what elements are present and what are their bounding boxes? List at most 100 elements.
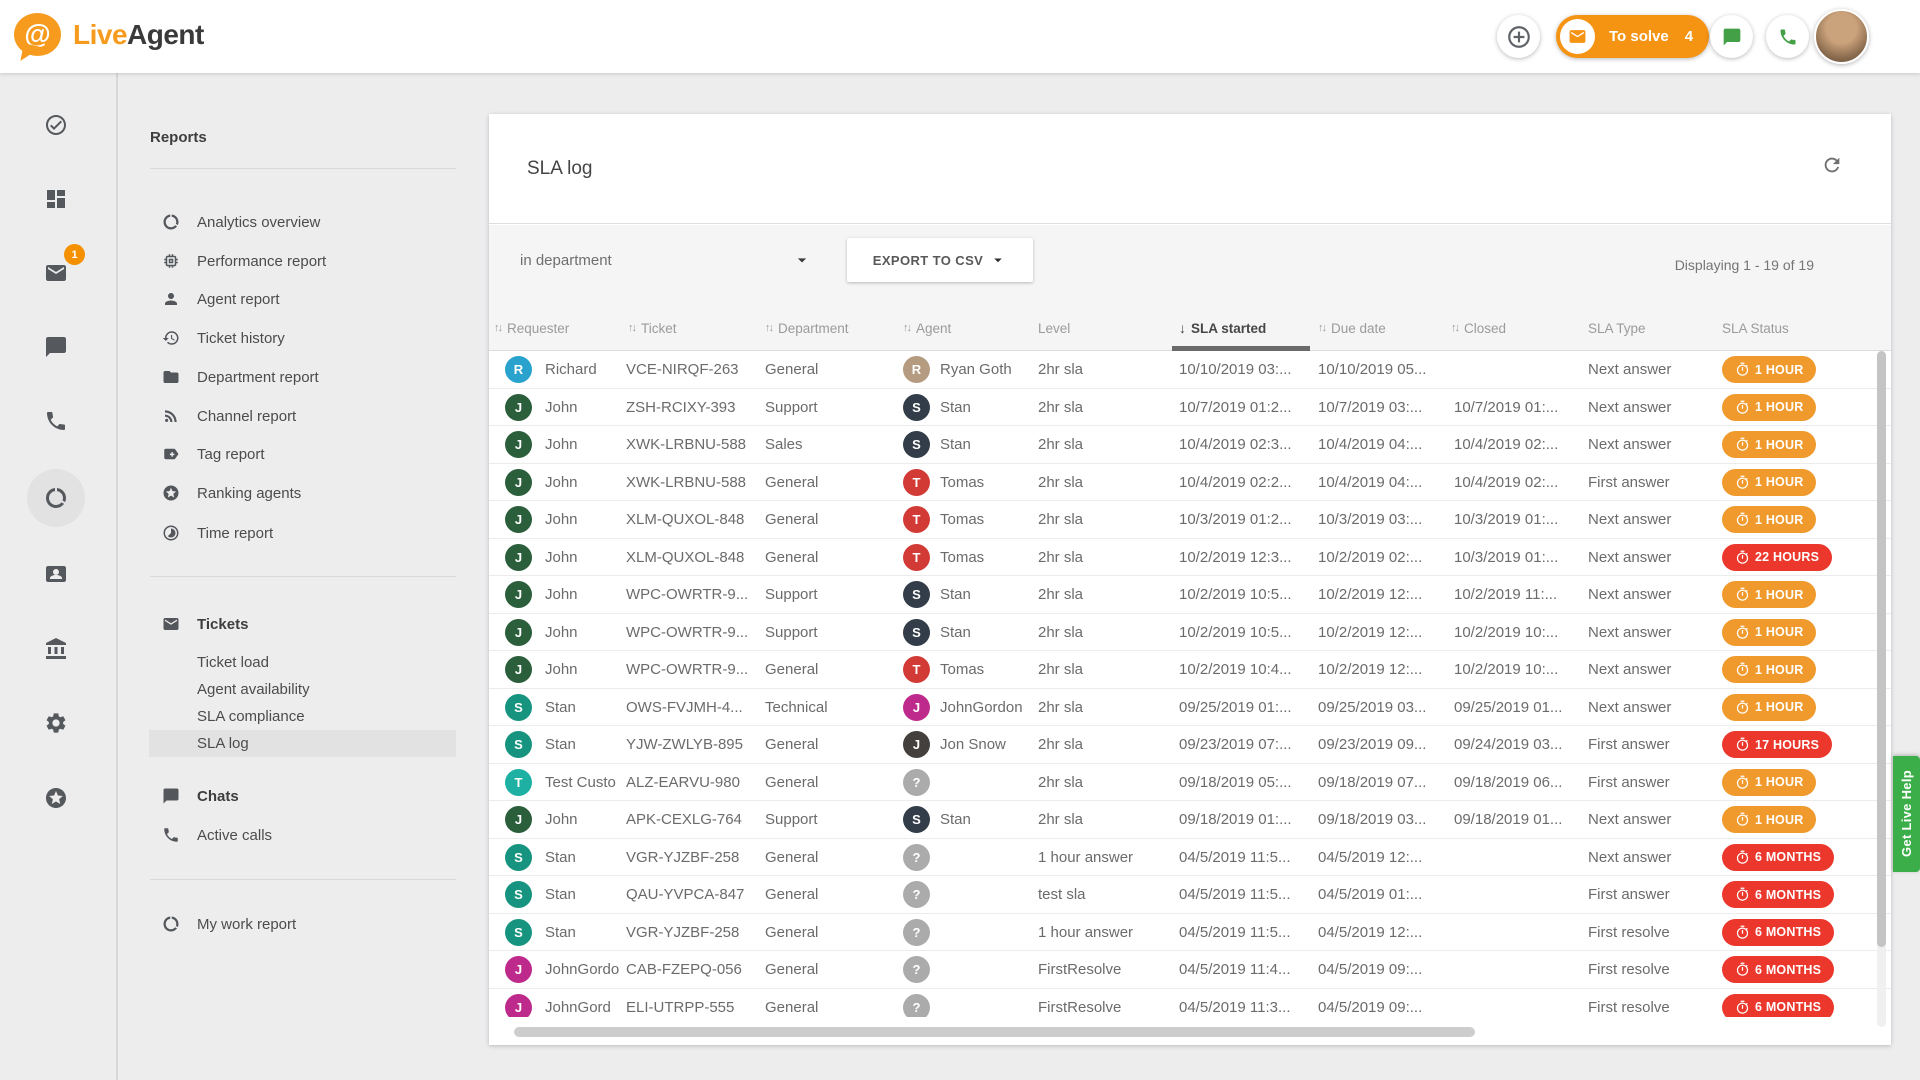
rail-tickets-mail-button[interactable]: 1 [35,252,77,294]
due-date-cell: 10/4/2019 04:... [1318,464,1446,501]
sla-type-cell: Next answer [1588,539,1714,576]
nav-section-chats[interactable]: Chats [162,781,239,811]
export-to-csv-button[interactable]: EXPORT TO CSV [847,238,1033,282]
level-cell: 2hr sla [1038,764,1170,801]
stopwatch-icon [1735,925,1750,940]
column-header-ticket[interactable]: ↑↓Ticket [628,305,677,351]
sla-type-cell: Next answer [1588,351,1714,388]
rail-calls-button[interactable] [35,400,77,442]
rss-icon [162,407,180,425]
rail-dashboard-button[interactable] [35,178,77,220]
column-header-closed[interactable]: ↑↓Closed [1451,305,1506,351]
requester-avatar: J [505,544,532,571]
nav-item-sla-log[interactable]: SLA log [197,730,249,757]
level-cell: FirstResolve [1038,951,1170,988]
table-row[interactable]: JJohnAPK-CEXLG-764SupportSStan2hr sla09/… [489,801,1891,839]
table-row[interactable]: SStanQAU-YVPCA-847General?test sla04/5/2… [489,876,1891,914]
table-row[interactable]: RRichardVCE-NIRQF-263GeneralRRyan Goth2h… [489,351,1891,389]
table-row[interactable]: TTest CustoALZ-EARVU-980General?2hr sla0… [489,764,1891,802]
page-title: SLA log [527,158,593,180]
chat-button[interactable] [1710,15,1753,58]
nav-item-my-work-report[interactable]: My work report [162,909,296,939]
liveagent-logo[interactable]: @ LiveAgent [14,13,204,56]
table-row[interactable]: JJohnXLM-QUXOL-848GeneralTTomas2hr sla10… [489,539,1891,577]
closed-cell: 10/3/2019 01:... [1454,501,1582,538]
phone-button[interactable] [1766,15,1809,58]
department-filter-select[interactable]: in department [520,240,812,280]
nav-item-time-report[interactable]: Time report [162,518,273,548]
sla-status-badge: 1 HOUR [1722,806,1816,833]
table-row[interactable]: JJohnXLM-QUXOL-848GeneralTTomas2hr sla10… [489,501,1891,539]
due-date-cell: 10/4/2019 04:... [1318,426,1446,463]
sla-type-cell: Next answer [1588,426,1714,463]
nav-item-active-calls[interactable]: Active calls [162,820,272,850]
nav-item-performance-report[interactable]: Performance report [162,246,326,276]
horizontal-scrollbar-thumb[interactable] [514,1027,1475,1037]
nav-item-ticket-history[interactable]: Ticket history [162,323,285,353]
nav-item-agent-report[interactable]: Agent report [162,284,280,314]
rail-addons-button[interactable] [35,777,77,819]
nav-item-department-report[interactable]: Department report [162,362,319,392]
due-date-cell: 10/2/2019 02:... [1318,539,1446,576]
rail-chats-button[interactable] [35,326,77,368]
table-row[interactable]: JJohnGordELI-UTRPP-555General?FirstResol… [489,989,1891,1018]
rail-tasks-check-button[interactable] [35,104,77,146]
table-row[interactable]: SStanOWS-FVJMH-4...TechnicalJJohnGordon2… [489,689,1891,727]
nav-item-ticket-load[interactable]: Ticket load [197,649,269,676]
nav-item-analytics-overview[interactable]: Analytics overview [162,207,320,237]
due-date-cell: 09/23/2019 09... [1318,726,1446,763]
nav-item-ranking-agents[interactable]: Ranking agents [162,478,301,508]
table-body: RRichardVCE-NIRQF-263GeneralRRyan Goth2h… [489,351,1891,1017]
get-live-help-button[interactable]: Get Live Help [1893,756,1920,872]
table-row[interactable]: JJohnZSH-RCIXY-393SupportSStan2hr sla10/… [489,389,1891,427]
table-row[interactable]: SStanVGR-YJZBF-258General?1 hour answer0… [489,839,1891,877]
sla-type-cell: First answer [1588,726,1714,763]
sla-status-badge: 1 HOUR [1722,581,1816,608]
agent-name-cell: Ryan Goth [940,351,1034,388]
rail-company-button[interactable] [35,628,77,670]
rail-contacts-button[interactable] [35,553,77,595]
rail-reports-button[interactable] [35,477,77,519]
table-row[interactable]: JJohnWPC-OWRTR-9...SupportSStan2hr sla10… [489,576,1891,614]
table-row[interactable]: JJohnWPC-OWRTR-9...GeneralTTomas2hr sla1… [489,651,1891,689]
vertical-scrollbar-thumb[interactable] [1877,351,1886,947]
sort-icon: ↑↓ [1451,322,1458,334]
column-header-agent[interactable]: ↑↓Agent [903,305,951,351]
sla-type-cell: Next answer [1588,389,1714,426]
agent-avatar: ? [903,769,930,796]
column-header-due-date[interactable]: ↑↓Due date [1318,305,1386,351]
nav-item-tag-report[interactable]: Tag report [162,439,265,469]
mail-icon [162,615,180,633]
rail-settings-button[interactable] [35,702,77,744]
level-cell: FirstResolve [1038,989,1170,1018]
column-header-department[interactable]: ↑↓Department [765,305,849,351]
stopwatch-icon [1735,737,1750,752]
table-row[interactable]: JJohnXWK-LRBNU-588GeneralTTomas2hr sla10… [489,464,1891,502]
requester-avatar: S [505,694,532,721]
table-row[interactable]: JJohnGordoCAB-FZEPQ-056General?FirstReso… [489,951,1891,989]
table-row[interactable]: JJohnWPC-OWRTR-9...SupportSStan2hr sla10… [489,614,1891,652]
table-row[interactable]: SStanYJW-ZWLYB-895GeneralJJon Snow2hr sl… [489,726,1891,764]
add-button[interactable] [1497,15,1540,58]
user-avatar[interactable] [1814,9,1869,64]
nav-section-tickets[interactable]: Tickets [162,609,248,639]
column-header-sla-started[interactable]: ↓SLA started [1179,305,1266,351]
requester-avatar: J [505,581,532,608]
refresh-icon[interactable] [1821,154,1845,178]
level-cell: 2hr sla [1038,464,1170,501]
agent-avatar: S [903,806,930,833]
nav-item-channel-report[interactable]: Channel report [162,401,296,431]
reports-nav-panel: Reports Analytics overviewPerformance re… [116,73,489,1080]
nav-item-agent-availability[interactable]: Agent availability [197,676,310,703]
sla-started-cell: 10/2/2019 10:4... [1179,651,1311,688]
table-row[interactable]: JJohnXWK-LRBNU-588SalesSStan2hr sla10/4/… [489,426,1891,464]
nav-item-sla-compliance[interactable]: SLA compliance [197,703,305,730]
column-header-requester[interactable]: ↑↓Requester [494,305,569,351]
closed-cell [1454,351,1582,388]
company-icon [44,637,68,661]
agent-name-cell: JohnGordon [940,689,1034,726]
closed-cell: 09/25/2019 01... [1454,689,1582,726]
table-row[interactable]: SStanVGR-YJZBF-258General?1 hour answer0… [489,914,1891,952]
agent-name-cell: Stan [940,389,1034,426]
to-solve-button[interactable]: To solve 4 [1556,15,1709,58]
